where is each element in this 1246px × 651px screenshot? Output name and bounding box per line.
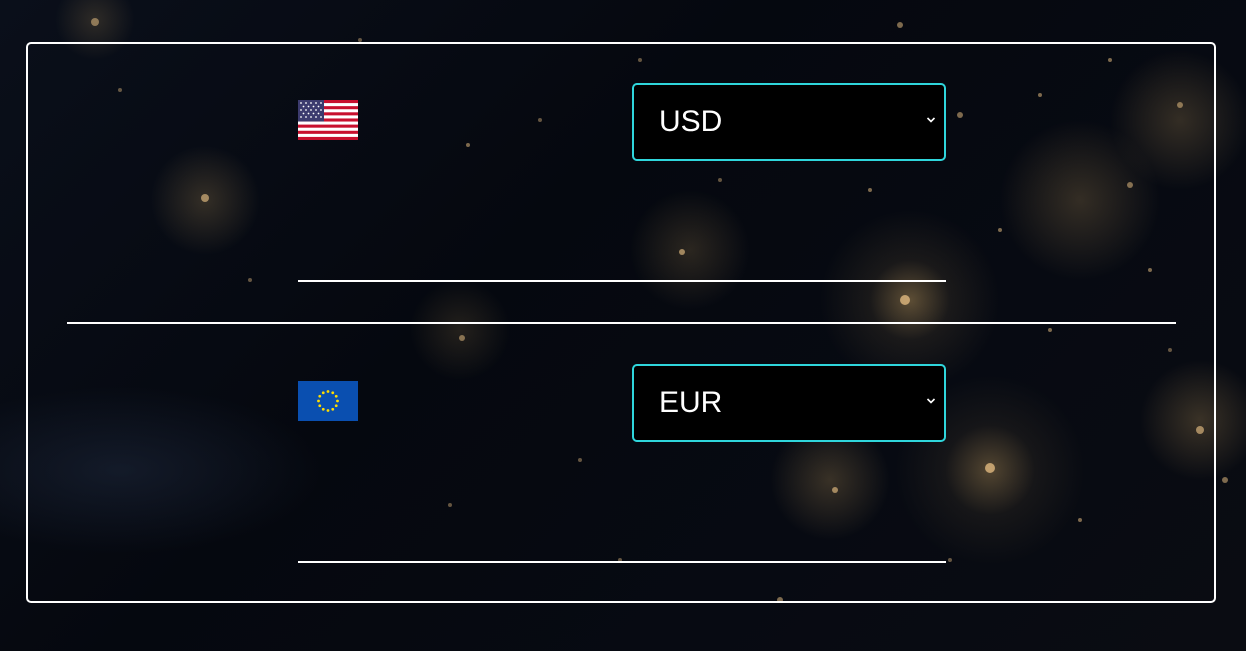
chevron-down-icon: [926, 117, 936, 123]
eu-flag-icon: [298, 381, 358, 421]
to-amount-input[interactable]: [298, 521, 946, 563]
from-amount-input[interactable]: [298, 240, 946, 282]
to-currency-value: EUR: [659, 386, 723, 419]
us-flag-icon: [298, 100, 358, 140]
chevron-down-icon: [926, 398, 936, 404]
row-divider: [67, 322, 1176, 324]
from-currency-value: USD: [659, 105, 723, 138]
from-currency-select[interactable]: USD: [632, 83, 946, 161]
to-currency-select[interactable]: EUR: [632, 364, 946, 442]
